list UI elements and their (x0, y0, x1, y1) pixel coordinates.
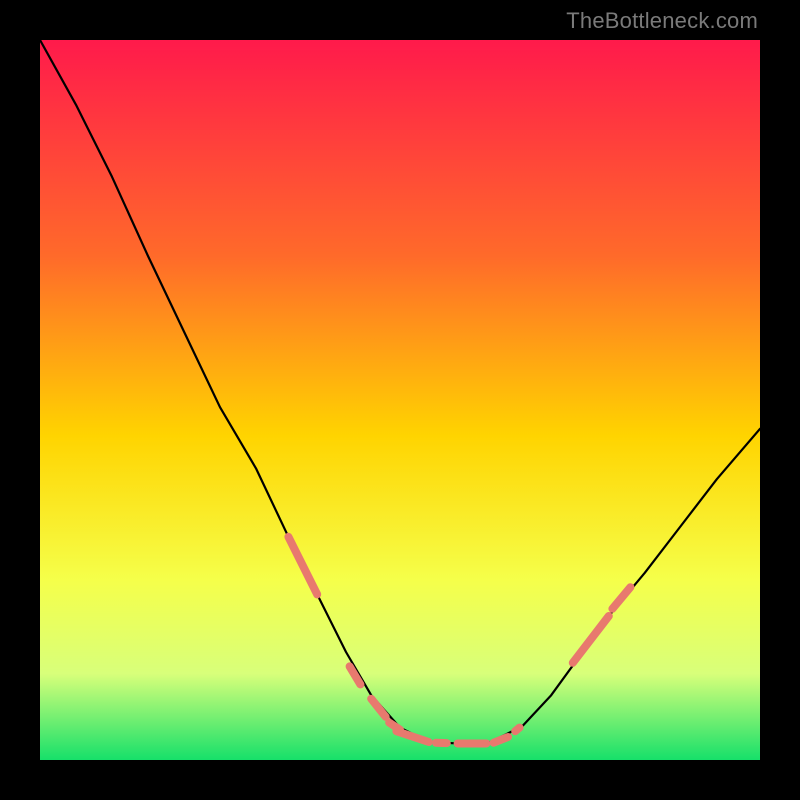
highlight-segment-7 (494, 737, 508, 743)
highlight-segment-8 (515, 728, 519, 732)
watermark-text: TheBottleneck.com (566, 8, 758, 34)
chart-svg (40, 40, 760, 760)
gradient-background (40, 40, 760, 760)
chart-area (40, 40, 760, 760)
